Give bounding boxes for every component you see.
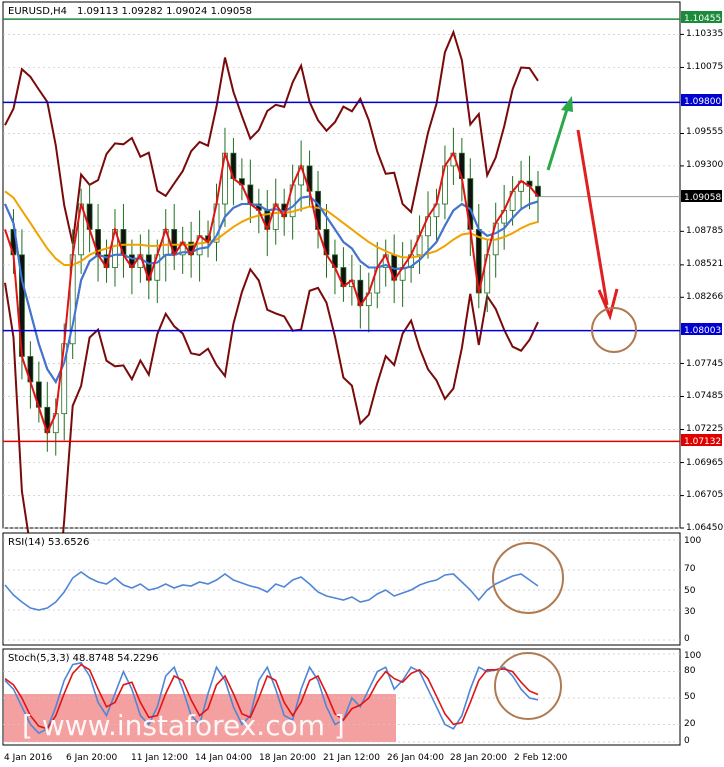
price-tick: 1.08266: [686, 292, 723, 302]
time-tick: 11 Jan 12:00: [131, 753, 188, 763]
price-tick: 1.07745: [686, 359, 723, 369]
rsi-panel: RSI(14) 53.6526 100 70 50 30 0: [2, 532, 701, 646]
stoch-tick: 20: [684, 719, 696, 729]
watermark: [ www.instaforex.com ]: [22, 709, 345, 742]
time-tick: 21 Jan 12:00: [323, 753, 380, 763]
rsi-label: RSI(14) 53.6526: [8, 537, 89, 548]
level-label-top: 1.10455: [684, 14, 721, 24]
price-tick: 1.06705: [686, 490, 723, 500]
time-tick: 26 Jan 04:00: [387, 753, 444, 763]
level-label-support: 1.08003: [684, 326, 721, 336]
chart: EURUSD,H4 1.09113 1.09282 1.09024 1.0905…: [0, 0, 724, 767]
stoch-tick: 100: [684, 651, 701, 661]
stoch-label: Stoch(5,3,3) 48.8748 54.2296: [8, 653, 159, 664]
time-tick: 6 Jan 20:00: [66, 753, 118, 763]
time-tick: 14 Jan 04:00: [195, 753, 252, 763]
price-tick: 1.06965: [686, 458, 723, 468]
rsi-tick: 100: [684, 536, 701, 546]
price-tick: 1.07485: [686, 391, 723, 401]
price-tick: 1.10075: [686, 62, 723, 72]
time-tick: 18 Jan 20:00: [259, 753, 316, 763]
price-tick: 1.10335: [686, 29, 723, 39]
stoch-tick: 80: [684, 666, 696, 676]
rsi-tick: 50: [684, 586, 696, 596]
time-axis: 4 Jan 2016 6 Jan 20:00 11 Jan 12:00 14 J…: [4, 753, 568, 763]
level-label-current: 1.09058: [684, 193, 721, 203]
price-tick: 1.09300: [686, 160, 723, 170]
price-tick: 1.06450: [686, 523, 723, 533]
stoch-tick: 50: [684, 692, 696, 702]
price-tick: 1.08785: [686, 226, 723, 236]
rsi-tick: 0: [684, 634, 690, 644]
level-label-resistance: 1.09800: [684, 97, 721, 107]
stoch-tick: 0: [684, 736, 690, 746]
price-tick: 1.09555: [686, 127, 723, 137]
rsi-tick: 70: [684, 564, 696, 574]
time-tick: 2 Feb 12:00: [514, 753, 568, 763]
level-label-low: 1.07132: [684, 437, 721, 447]
price-header-symbol: EURUSD,H4: [8, 6, 67, 17]
rsi-panel-frame: [2, 532, 681, 646]
stoch-panel: [ www.instaforex.com ] Stoch(5,3,3) 48.8…: [2, 648, 701, 746]
time-tick: 4 Jan 2016: [4, 753, 52, 763]
rsi-tick: 30: [684, 607, 696, 617]
price-tick: 1.08521: [686, 259, 723, 269]
price-header-ohlc: 1.09113 1.09282 1.09024 1.09058: [77, 6, 252, 17]
price-tick: 1.07225: [686, 424, 723, 434]
time-tick: 28 Jan 20:00: [450, 753, 507, 763]
